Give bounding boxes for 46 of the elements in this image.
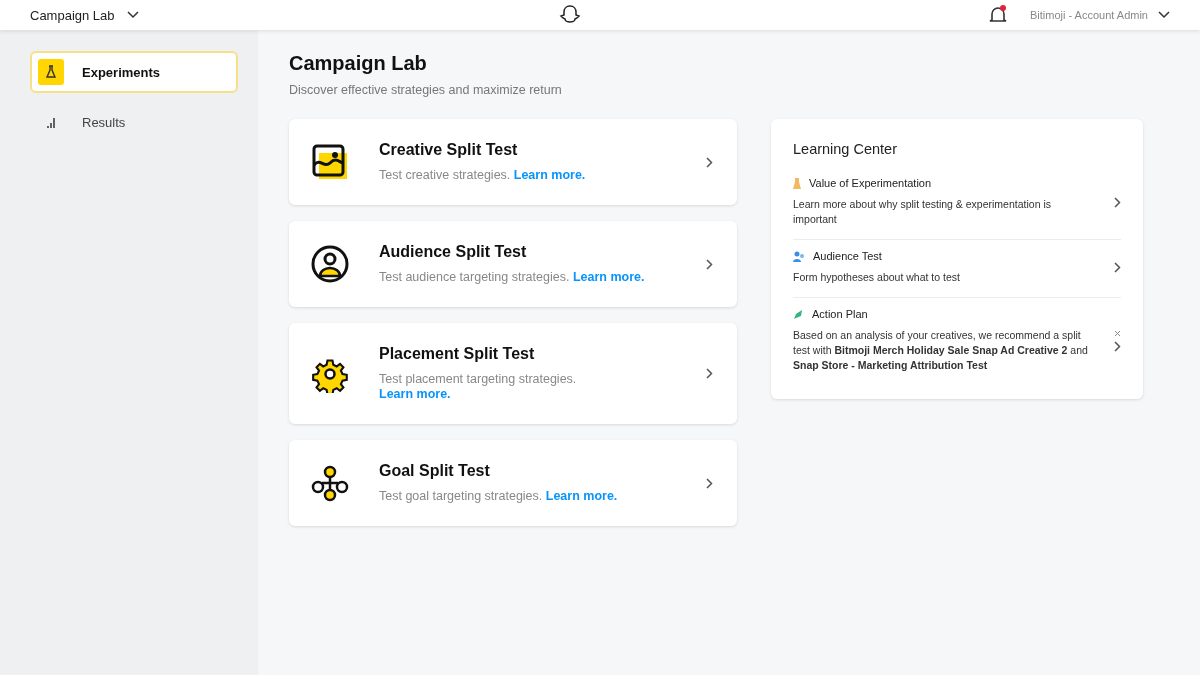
learning-item[interactable]: Value of Experimentation Learn more about why split testing & experimentation is important (793, 167, 1121, 240)
sidebar-item[interactable]: Results (30, 101, 238, 143)
test-description: Test goal targeting strategies. Learn more. (379, 489, 619, 504)
nodes-icon (311, 464, 349, 502)
bell-icon[interactable] (988, 5, 1008, 25)
test-title: Goal Split Test (379, 462, 491, 480)
test-description: Test creative strategies. Learn more. (379, 168, 587, 183)
learning-item-text: Based on an analysis of your creatives, we recommend a split test with Bitmoji Merch Holiday Sale Snap Ad Creative 2 and Snap Store - Marketing Attribution Test (793, 328, 1089, 373)
learning-item-title: Value of Experimentation (809, 177, 932, 189)
chevron-down-icon[interactable] (1158, 11, 1170, 19)
chevron-right-icon[interactable] (706, 477, 713, 489)
flask-icon (38, 59, 64, 85)
panel-title: Learning Center (793, 141, 898, 157)
chevron-right-icon[interactable] (1114, 262, 1121, 273)
ghost-logo-icon[interactable] (558, 5, 582, 25)
image-icon (311, 143, 349, 181)
test-description: Test placement targeting strategies. Learn more. (379, 372, 578, 402)
chevron-right-icon[interactable] (706, 156, 713, 168)
chevron-right-icon[interactable] (1114, 340, 1121, 352)
flask-icon (793, 177, 801, 189)
learning-item-text: Form hypotheses about what to test (793, 270, 961, 285)
test-card[interactable]: Audience Split Test Test audience targeting strategies. Learn more. (289, 221, 737, 307)
test-title: Audience Split Test (379, 243, 528, 261)
people-icon (793, 250, 805, 262)
learning-item-text: Learn more about why split testing & experimentation is important (793, 197, 1052, 227)
app-name: Campaign Lab (30, 7, 115, 23)
test-card[interactable]: Goal Split Test Test goal targeting strategies. Learn more. (289, 440, 737, 526)
learning-item[interactable]: Audience Test Form hypotheses about what to test (793, 240, 1121, 298)
chevron-right-icon[interactable] (706, 258, 713, 270)
learning-item-title: Action Plan (812, 308, 868, 320)
person-icon (311, 245, 349, 283)
account-role: Bitimoji - Account Admin (1030, 9, 1148, 21)
chevron-right-icon[interactable] (1114, 196, 1121, 208)
sidebar-item[interactable]: Experiments (30, 51, 238, 93)
learning-item-title: Audience Test (813, 250, 882, 262)
test-title: Creative Split Test (379, 141, 519, 159)
test-title: Placement Split Test (379, 345, 536, 363)
learning-item[interactable]: Action Plan Based on an analysis of your creatives, we recommend a split test with Bitmoji Merch Holiday Sale Snap Ad Creative 2 and Snap Store - Marketing Attribution Test (793, 298, 1121, 385)
close-icon[interactable] (1114, 329, 1121, 337)
chevron-right-icon[interactable] (706, 368, 713, 379)
page-subtitle: Discover effective strategies and maximize return (289, 83, 563, 97)
test-description: Test audience targeting strategies. Learn more. (379, 270, 646, 285)
page-title: Campaign Lab (289, 52, 428, 75)
chevron-down-icon[interactable] (126, 11, 139, 19)
test-card[interactable]: Placement Split Test Test placement targeting strategies. Learn more. (289, 323, 737, 424)
test-card[interactable]: Creative Split Test Test creative strategies. Learn more. (289, 119, 737, 205)
